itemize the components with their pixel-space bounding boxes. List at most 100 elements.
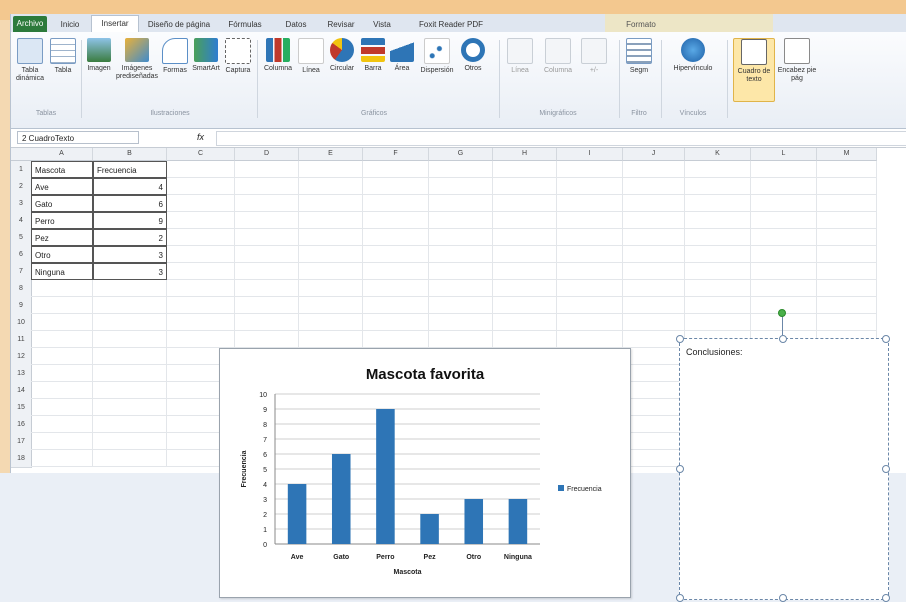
cell[interactable] (167, 297, 235, 314)
cell[interactable] (623, 399, 685, 416)
sparkline-column-button[interactable]: Columna (539, 38, 577, 75)
cell[interactable] (623, 433, 685, 450)
table-cell[interactable]: 9 (93, 212, 167, 229)
cell[interactable] (623, 212, 685, 229)
cell[interactable] (31, 348, 93, 365)
cell[interactable] (623, 280, 685, 297)
resize-handle-tl[interactable] (676, 335, 684, 343)
column-header-m[interactable]: M (817, 148, 877, 161)
cell[interactable] (817, 161, 877, 178)
cell[interactable] (493, 212, 557, 229)
cell[interactable] (623, 263, 685, 280)
cell[interactable] (557, 314, 623, 331)
tab-vista[interactable]: Vista (367, 17, 397, 32)
cell[interactable] (167, 178, 235, 195)
cell[interactable] (429, 195, 493, 212)
cell[interactable] (817, 229, 877, 246)
resize-handle-tr[interactable] (882, 335, 890, 343)
cell[interactable] (93, 314, 167, 331)
cell[interactable] (235, 314, 299, 331)
cell[interactable] (557, 246, 623, 263)
tab-formulas[interactable]: Fórmulas (221, 17, 269, 32)
cell[interactable] (93, 280, 167, 297)
table-cell[interactable]: Pez (31, 229, 93, 246)
table-cell[interactable]: 6 (93, 195, 167, 212)
cell[interactable] (623, 450, 685, 467)
cell[interactable] (623, 178, 685, 195)
cell[interactable] (235, 161, 299, 178)
table-cell[interactable]: Gato (31, 195, 93, 212)
tab-formato[interactable]: Formato (611, 17, 671, 32)
row-header-13[interactable]: 13 (11, 365, 32, 383)
conclusiones-textbox[interactable]: Conclusiones: (676, 309, 890, 602)
cell[interactable] (363, 212, 429, 229)
tab-archivo[interactable]: Archivo (13, 16, 47, 32)
cell[interactable] (235, 212, 299, 229)
table-cell[interactable]: 3 (93, 246, 167, 263)
cell[interactable] (93, 416, 167, 433)
cell[interactable] (31, 399, 93, 416)
cell[interactable] (429, 263, 493, 280)
tab-insertar[interactable]: Insertar (91, 15, 139, 33)
cell[interactable] (299, 263, 363, 280)
row-header-5[interactable]: 5 (11, 229, 32, 247)
cell[interactable] (685, 195, 751, 212)
cell[interactable] (493, 297, 557, 314)
column-header-l[interactable]: L (751, 148, 817, 161)
cell[interactable] (235, 195, 299, 212)
column-header-i[interactable]: I (557, 148, 623, 161)
cell[interactable] (167, 212, 235, 229)
area-chart-button[interactable]: Área (389, 38, 415, 73)
header-footer-button[interactable]: Encabez pie pág (777, 38, 817, 83)
table-header-cell[interactable]: Mascota (31, 161, 93, 178)
column-header-k[interactable]: K (685, 148, 751, 161)
pie-chart-button[interactable]: Circular (327, 38, 357, 73)
cell[interactable] (751, 280, 817, 297)
rotate-handle[interactable] (778, 309, 786, 317)
cell[interactable] (493, 280, 557, 297)
column-header-a[interactable]: A (31, 148, 93, 161)
cell[interactable] (429, 229, 493, 246)
smartart-button[interactable]: SmartArt (191, 38, 221, 73)
cell[interactable] (751, 178, 817, 195)
cell[interactable] (623, 382, 685, 399)
cell[interactable] (685, 297, 751, 314)
cell[interactable] (363, 161, 429, 178)
cell[interactable] (817, 297, 877, 314)
column-header-c[interactable]: C (167, 148, 235, 161)
cell[interactable] (299, 178, 363, 195)
tab-revisar[interactable]: Revisar (321, 17, 361, 32)
cell[interactable] (31, 416, 93, 433)
cell[interactable] (235, 280, 299, 297)
tab-foxit[interactable]: Foxit Reader PDF (407, 17, 495, 32)
cell[interactable] (429, 161, 493, 178)
cell[interactable] (93, 331, 167, 348)
row-header-17[interactable]: 17 (11, 433, 32, 451)
cell[interactable] (167, 280, 235, 297)
cell[interactable] (429, 246, 493, 263)
cell[interactable] (299, 212, 363, 229)
cell[interactable] (685, 246, 751, 263)
cell[interactable] (93, 399, 167, 416)
column-header-j[interactable]: J (623, 148, 685, 161)
cell[interactable] (623, 161, 685, 178)
cell[interactable] (363, 246, 429, 263)
cell[interactable] (817, 195, 877, 212)
cell[interactable] (493, 331, 557, 348)
cell[interactable] (363, 331, 429, 348)
tab-diseno-pagina[interactable]: Diseño de página (143, 17, 215, 32)
row-header-3[interactable]: 3 (11, 195, 32, 213)
cell[interactable] (93, 365, 167, 382)
cell[interactable] (93, 382, 167, 399)
cell[interactable] (817, 212, 877, 229)
cell[interactable] (623, 348, 685, 365)
chart-mascota-favorita[interactable]: Mascota favorita 0 1 2 3 4 5 6 7 8 9 10 Ave Gato Perro… (219, 348, 631, 598)
cell[interactable] (93, 450, 167, 467)
cell[interactable] (31, 314, 93, 331)
row-header-15[interactable]: 15 (11, 399, 32, 417)
table-cell[interactable]: 2 (93, 229, 167, 246)
bar-chart-button[interactable]: Barra (359, 38, 387, 73)
screenshot-button[interactable]: Captura (223, 38, 253, 75)
other-charts-button[interactable]: Otros (459, 38, 487, 73)
table-cell[interactable]: Otro (31, 246, 93, 263)
